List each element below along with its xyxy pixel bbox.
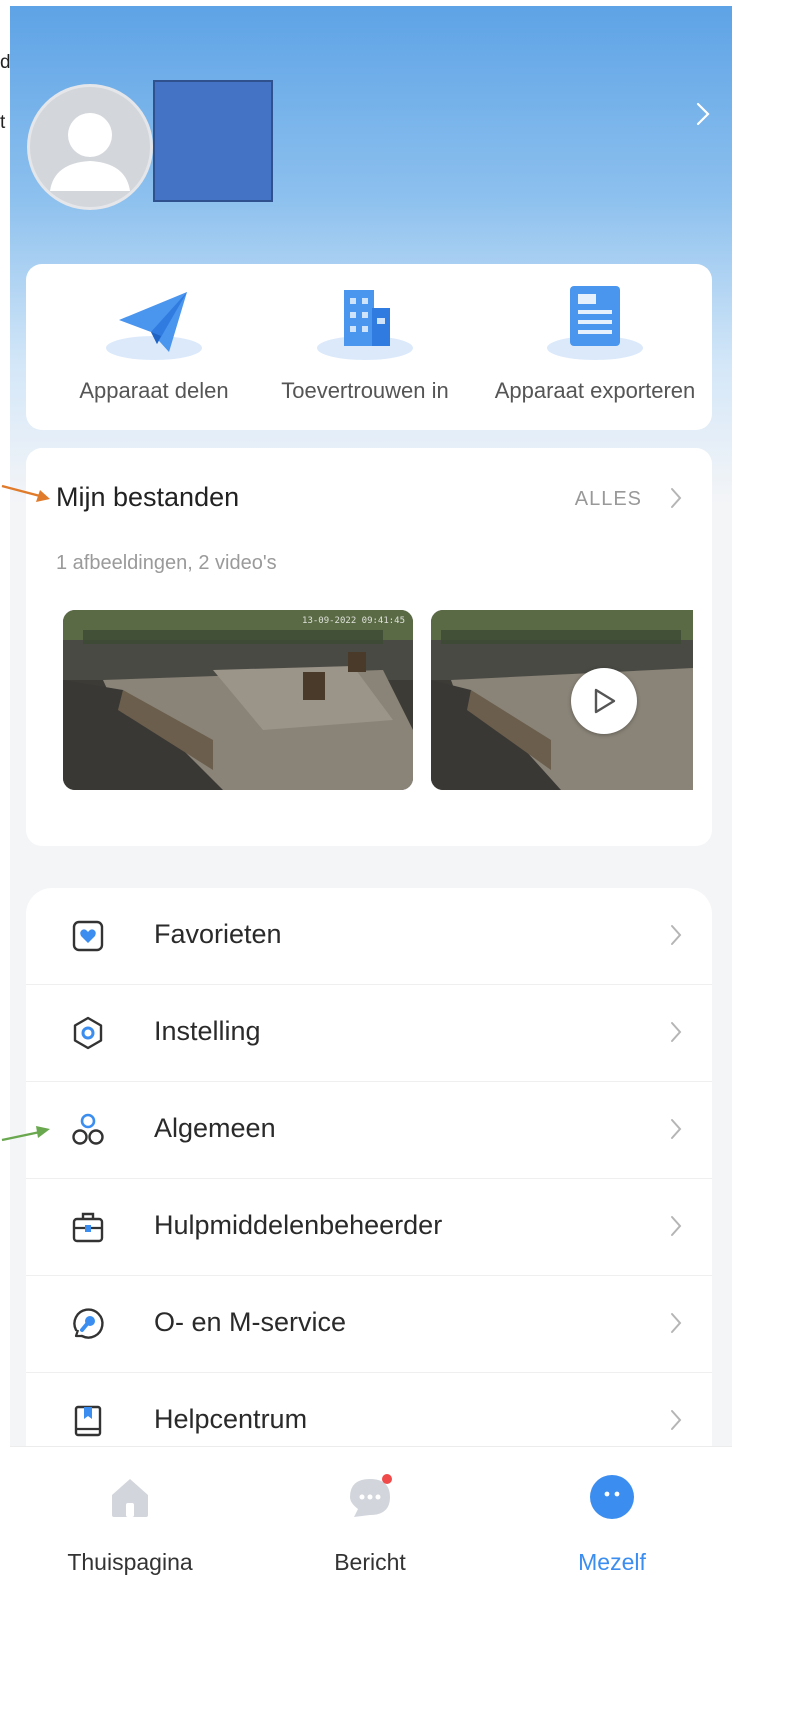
chevron-right-icon xyxy=(670,1215,682,1242)
my-files-card: Mijn bestanden ALLES 1 afbeeldingen, 2 v… xyxy=(26,448,712,846)
nav-label-messages: Bericht xyxy=(334,1549,406,1575)
chevron-right-icon xyxy=(670,1409,682,1436)
menu-item-favorites[interactable]: Favorieten xyxy=(26,888,712,985)
trust-in-label: Toevertrouwen in xyxy=(281,378,449,403)
chevron-right-icon[interactable] xyxy=(670,487,682,514)
menu-item-settings[interactable]: Instelling xyxy=(26,985,712,1082)
document-list-icon xyxy=(540,280,650,364)
nav-label-home: Thuispagina xyxy=(67,1549,193,1575)
heart-frame-icon xyxy=(70,918,106,954)
play-icon xyxy=(594,688,616,714)
settings-hexagon-icon xyxy=(70,1015,106,1051)
play-button[interactable] xyxy=(571,668,637,734)
chevron-right-icon xyxy=(670,1312,682,1339)
nav-label-me: Mezelf xyxy=(578,1549,646,1575)
menu-item-general[interactable]: Algemeen xyxy=(26,1082,712,1179)
chevron-right-icon xyxy=(670,924,682,951)
menu-item-label: Algemeen xyxy=(154,1113,276,1143)
book-icon xyxy=(70,1403,106,1439)
quick-actions-card: Apparaat delen Toevertrouwen in Apparaat… xyxy=(26,264,712,430)
notification-badge xyxy=(382,1474,392,1484)
phone-screen: Apparaat delen Toevertrouwen in Apparaat… xyxy=(10,6,732,1720)
menu-item-label: Instelling xyxy=(154,1016,261,1046)
orange-arrow-icon xyxy=(1,484,50,502)
nav-tab-messages[interactable]: Bericht xyxy=(250,1447,490,1607)
menu-item-label: Hulpmiddelenbeheerder xyxy=(154,1210,443,1240)
share-device-button[interactable]: Apparaat delen xyxy=(42,264,266,430)
margin-text-2: t xyxy=(0,112,6,133)
chevron-right-icon xyxy=(670,1118,682,1145)
export-device-button[interactable]: Apparaat exporteren xyxy=(478,264,712,430)
trust-in-button[interactable]: Toevertrouwen in xyxy=(252,264,478,430)
menu-item-om-service[interactable]: O- en M-service xyxy=(26,1276,712,1373)
toolbox-icon xyxy=(70,1209,106,1245)
nav-tab-me[interactable]: Mezelf xyxy=(492,1447,732,1607)
chevron-right-icon xyxy=(670,1021,682,1048)
share-device-label: Apparaat delen xyxy=(79,378,229,403)
all-files-link[interactable]: ALLES xyxy=(575,488,642,511)
image-thumbnail[interactable]: 13-09-2022 09:41:45 xyxy=(63,610,413,790)
avatar[interactable] xyxy=(27,84,153,210)
wrench-circle-icon xyxy=(70,1306,106,1342)
export-device-label: Apparaat exporteren xyxy=(494,378,696,403)
green-arrow-icon xyxy=(1,1126,50,1142)
menu-item-label: Helpcentrum xyxy=(154,1404,308,1434)
home-icon xyxy=(106,1473,154,1521)
chat-bubble-icon xyxy=(346,1473,394,1521)
nav-tab-home[interactable]: Thuispagina xyxy=(10,1447,250,1607)
settings-menu: Favorieten Instelling Algemeen Hulpmidde… xyxy=(26,888,712,1488)
menu-item-label: Favorieten xyxy=(154,919,282,949)
menu-item-resource-manager[interactable]: Hulpmiddelenbeheerder xyxy=(26,1179,712,1276)
bottom-navigation: Thuispagina Bericht Mezelf xyxy=(10,1446,732,1720)
menu-item-label: O- en M-service xyxy=(154,1307,347,1337)
video-thumbnail[interactable] xyxy=(431,610,693,790)
files-summary: 1 afbeeldingen, 2 video's xyxy=(56,552,277,574)
building-icon xyxy=(310,280,420,364)
username-redaction xyxy=(153,80,273,202)
group-circles-icon xyxy=(70,1112,106,1148)
chevron-right-icon[interactable] xyxy=(696,102,710,131)
thumbnail-timestamp: 13-09-2022 09:41:45 xyxy=(302,616,405,626)
paper-plane-icon xyxy=(99,280,209,364)
my-files-title: Mijn bestanden xyxy=(56,482,240,512)
margin-text-1: d xyxy=(0,52,11,73)
face-icon xyxy=(588,1473,636,1521)
profile-header xyxy=(10,6,732,506)
